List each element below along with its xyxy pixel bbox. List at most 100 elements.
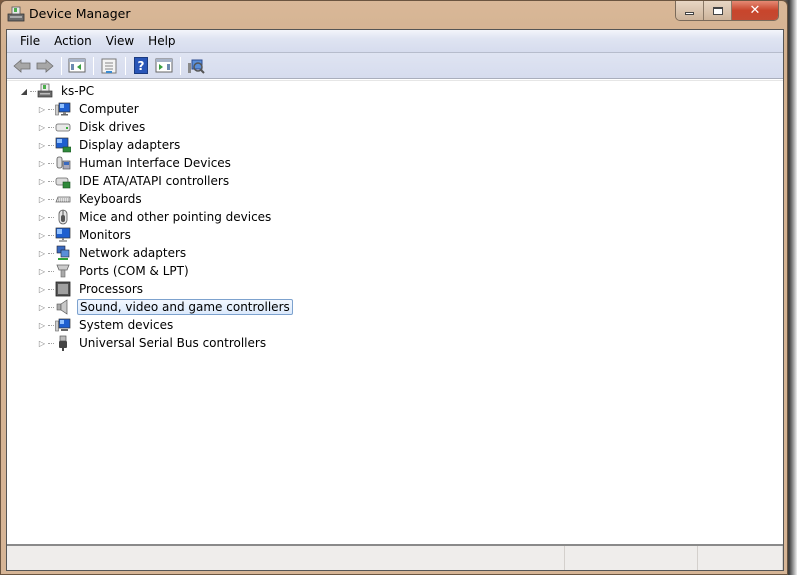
tree-item-mice-and-other-pointing-devices[interactable]: ▷ Mice and other pointing devices — [37, 208, 273, 226]
collapse-arrow-icon[interactable]: ◢ — [19, 86, 29, 96]
toolbar-separator — [125, 56, 126, 75]
mouse-icon — [55, 209, 71, 225]
device-manager-window: Device Manager ✕ File Action View Help ?… — [0, 0, 788, 575]
tree-item-human-interface-devices[interactable]: ▷ Human Interface Devices — [37, 154, 233, 172]
maximize-icon — [712, 6, 723, 15]
expand-arrow-icon[interactable]: ▷ — [37, 158, 47, 168]
properties-button[interactable] — [98, 56, 120, 76]
usb-icon — [55, 335, 71, 351]
action-pane-button[interactable] — [153, 56, 175, 76]
tree-item-label: Monitors — [79, 228, 131, 242]
tree-item-label: Ports (COM & LPT) — [79, 264, 189, 278]
expand-arrow-icon[interactable]: ▷ — [37, 302, 47, 312]
menu-help[interactable]: Help — [141, 34, 182, 48]
properties-icon — [101, 58, 117, 73]
expand-arrow-icon[interactable]: ▷ — [37, 338, 47, 348]
expand-arrow-icon[interactable]: ▷ — [37, 212, 47, 222]
status-pane-3 — [698, 546, 783, 570]
tree-item-processors[interactable]: ▷ Processors — [37, 280, 145, 298]
toolbar-separator — [180, 56, 181, 75]
tree-connector — [30, 90, 36, 92]
tree-connector — [48, 126, 54, 128]
monitor-icon — [55, 227, 71, 243]
system-devices-icon — [55, 317, 71, 333]
tree-connector — [48, 288, 54, 290]
expand-arrow-icon[interactable]: ▷ — [37, 104, 47, 114]
tree-item-label: System devices — [79, 318, 174, 332]
device-tree: ◢ ks-PC ▷ Computer ▷ Disk drives ▷ Display adap… — [7, 80, 783, 544]
disk-drive-icon — [55, 119, 71, 135]
tree-item-ide-ata-atapi-controllers[interactable]: ▷ IDE ATA/ATAPI controllers — [37, 172, 231, 190]
tree-item-sound-video-and-game-controllers[interactable]: ▷ Sound, video and game controllers — [37, 298, 293, 316]
tree-root-ks-pc[interactable]: ◢ ks-PC — [19, 82, 96, 100]
menu-view[interactable]: View — [99, 34, 141, 48]
tree-item-monitors[interactable]: ▷ Monitors — [37, 226, 133, 244]
expand-arrow-icon[interactable]: ▷ — [37, 320, 47, 330]
tree-item-label: Human Interface Devices — [79, 156, 231, 170]
menu-bar: File Action View Help — [7, 30, 783, 53]
menu-action[interactable]: Action — [47, 34, 99, 48]
device-manager-icon — [7, 6, 25, 22]
back-button[interactable] — [11, 56, 33, 76]
processor-icon — [55, 281, 71, 297]
network-adapter-icon — [55, 245, 71, 261]
maximize-button[interactable] — [704, 1, 732, 20]
tree-connector — [48, 342, 54, 344]
tree-item-universal-serial-bus-controllers[interactable]: ▷ Universal Serial Bus controllers — [37, 334, 268, 352]
window-title: Device Manager — [29, 6, 131, 21]
tree-connector — [48, 306, 54, 308]
tree-item-keyboards[interactable]: ▷ Keyboards — [37, 190, 144, 208]
minimize-button[interactable] — [676, 1, 704, 20]
tree-item-label: Display adapters — [79, 138, 181, 152]
tree-connector — [48, 234, 54, 236]
tree-item-label: Sound, video and game controllers — [77, 299, 293, 315]
tree-item-disk-drives[interactable]: ▷ Disk drives — [37, 118, 147, 136]
expand-arrow-icon[interactable]: ▷ — [37, 140, 47, 150]
tree-item-system-devices[interactable]: ▷ System devices — [37, 316, 175, 334]
close-icon: ✕ — [749, 3, 761, 18]
forward-button[interactable] — [34, 56, 56, 76]
expand-arrow-icon[interactable]: ▷ — [37, 194, 47, 204]
minimize-icon — [685, 12, 694, 15]
tree-item-label: Disk drives — [79, 120, 146, 134]
expand-arrow-icon[interactable]: ▷ — [37, 176, 47, 186]
status-pane-2 — [565, 546, 698, 570]
tree-connector — [48, 162, 54, 164]
expand-arrow-icon[interactable]: ▷ — [37, 284, 47, 294]
console-tree-button[interactable] — [66, 56, 88, 76]
tree-item-label: Keyboards — [79, 192, 142, 206]
expand-arrow-icon[interactable]: ▷ — [37, 266, 47, 276]
svg-text:?: ? — [138, 59, 145, 73]
tree-item-label: IDE ATA/ATAPI controllers — [79, 174, 230, 188]
window-controls: ✕ — [675, 1, 779, 21]
expand-arrow-icon[interactable]: ▷ — [37, 230, 47, 240]
action-pane-icon — [155, 58, 173, 73]
expand-arrow-icon[interactable]: ▷ — [37, 248, 47, 258]
tree-connector — [48, 108, 54, 110]
tree-item-label: Computer — [79, 102, 139, 116]
close-button[interactable]: ✕ — [732, 1, 778, 20]
menu-file[interactable]: File — [13, 34, 47, 48]
arrow-left-icon — [13, 58, 31, 73]
tree-item-ports-com-lpt[interactable]: ▷ Ports (COM & LPT) — [37, 262, 191, 280]
toolbar: ? — [7, 53, 783, 79]
tree-connector — [48, 144, 54, 146]
tree-item-label: Processors — [79, 282, 144, 296]
sound-icon — [55, 299, 71, 315]
tree-item-computer[interactable]: ▷ Computer — [37, 100, 141, 118]
tree-connector — [48, 252, 54, 254]
scan-hardware-button[interactable] — [185, 56, 207, 76]
title-bar[interactable]: Device Manager ✕ — [1, 1, 787, 29]
help-button[interactable]: ? — [130, 56, 152, 76]
tree-item-network-adapters[interactable]: ▷ Network adapters — [37, 244, 188, 262]
keyboard-icon — [55, 191, 71, 207]
ide-controller-icon — [55, 173, 71, 189]
tree-connector — [48, 180, 54, 182]
tree-connector — [48, 216, 54, 218]
expand-arrow-icon[interactable]: ▷ — [37, 122, 47, 132]
display-adapter-icon — [55, 137, 72, 153]
port-icon — [55, 263, 71, 279]
hid-icon — [55, 155, 71, 171]
status-pane-main — [7, 546, 565, 570]
tree-item-display-adapters[interactable]: ▷ Display adapters — [37, 136, 182, 154]
